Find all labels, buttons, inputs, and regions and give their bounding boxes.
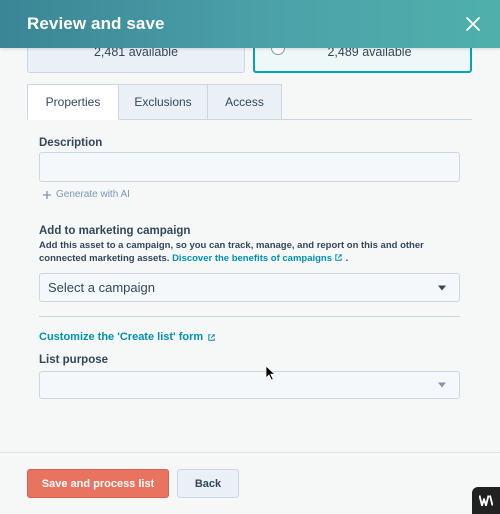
customize-form-link-label: Customize the 'Create list' form bbox=[39, 331, 204, 343]
section-divider bbox=[39, 316, 460, 317]
mouse-cursor-icon bbox=[265, 365, 277, 381]
save-and-process-button[interactable]: Save and process list bbox=[27, 469, 169, 498]
close-icon[interactable] bbox=[464, 15, 482, 33]
campaign-help-suffix: . bbox=[345, 253, 349, 264]
modal-header: Review and save bbox=[0, 0, 500, 48]
modal-title: Review and save bbox=[27, 14, 165, 33]
caret-down-icon bbox=[438, 285, 446, 290]
campaign-label: Add to marketing campaign bbox=[39, 225, 191, 237]
generate-with-ai-label: Generate with AI bbox=[56, 189, 130, 200]
caret-down-icon bbox=[438, 382, 446, 388]
external-link-icon bbox=[208, 333, 215, 341]
campaign-select[interactable]: Select a campaign bbox=[39, 273, 460, 302]
tab-underline bbox=[282, 119, 472, 120]
list-purpose-select[interactable] bbox=[39, 371, 460, 399]
customize-form-link[interactable]: Customize the 'Create list' form bbox=[39, 331, 216, 343]
campaign-select-value: Select a campaign bbox=[48, 280, 155, 295]
campaign-benefits-link[interactable]: Discover the benefits of campaigns bbox=[172, 253, 343, 264]
description-label: Description bbox=[39, 137, 103, 149]
generate-with-ai-button[interactable]: Generate with AI bbox=[43, 189, 130, 200]
tab-access[interactable]: Access bbox=[208, 84, 282, 120]
external-link-icon bbox=[335, 254, 342, 261]
tab-bar: Properties Exclusions Access bbox=[27, 84, 282, 120]
tab-exclusions[interactable]: Exclusions bbox=[119, 84, 208, 120]
logo-icon bbox=[472, 487, 500, 514]
list-purpose-label: List purpose bbox=[39, 354, 109, 366]
campaign-benefits-link-label: Discover the benefits of campaigns bbox=[172, 253, 333, 264]
tab-properties[interactable]: Properties bbox=[27, 84, 119, 120]
back-button[interactable]: Back bbox=[177, 469, 239, 498]
logo-mark bbox=[479, 495, 493, 506]
campaign-help-text: Add this asset to a campaign, so you can… bbox=[39, 239, 469, 265]
sparkle-icon bbox=[43, 190, 51, 199]
description-input[interactable] bbox=[39, 152, 460, 182]
